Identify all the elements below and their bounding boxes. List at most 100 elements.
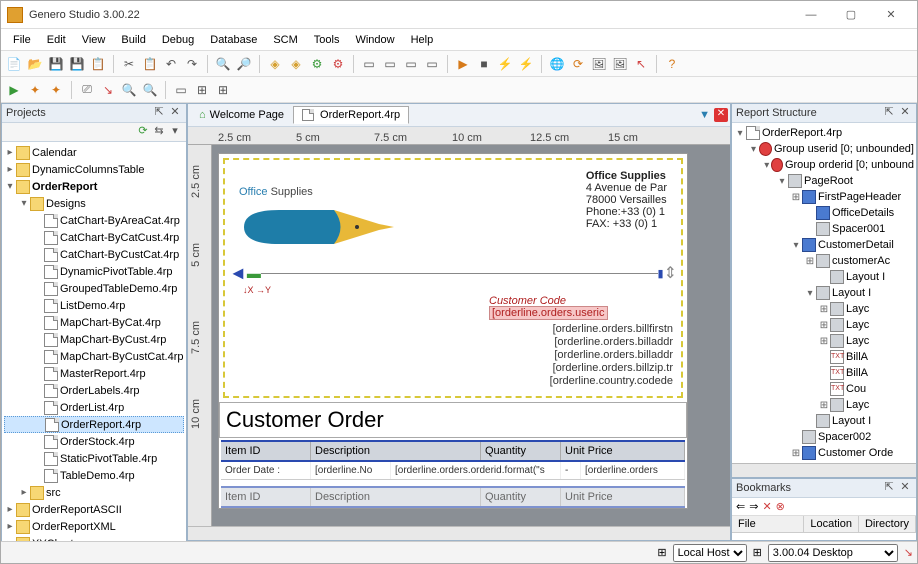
grid-icon[interactable]: ⊞ [193,81,211,99]
tree-item[interactable]: DynamicPivotTable.4rp [4,263,184,280]
findnext-icon[interactable]: 🔎 [235,55,253,73]
tree-item[interactable]: OrderReport.4rp [4,416,184,433]
tree-item[interactable]: ▸OrderReportASCII [4,501,184,518]
action-icon[interactable]: ⚡ [496,55,514,73]
window3-icon[interactable]: ▭ [402,55,420,73]
tool2-icon[interactable]: 🖼 [611,55,629,73]
struct-item[interactable]: OfficeDetails [734,205,914,221]
struct-scrollbar[interactable] [732,463,916,477]
close-button[interactable]: ✕ [871,3,911,27]
report-page[interactable]: Office Supplies Office Supplies [218,153,688,509]
struct-item[interactable]: ⊞Customer Orde [734,445,914,461]
window2-icon[interactable]: ▭ [381,55,399,73]
clear-bookmarks-icon[interactable]: ⊗ [776,500,785,513]
menu-file[interactable]: File [5,32,39,48]
tree-item[interactable]: MapChart-ByCustCat.4rp [4,348,184,365]
tree-item[interactable]: ▾OrderReport [4,178,184,195]
twisty-icon[interactable]: ▸ [4,164,16,175]
twisty-icon[interactable]: ⊞ [818,400,830,411]
customer-code-row[interactable]: Customer Code [orderline.orders.useric [489,295,677,319]
tree-item[interactable]: GroupedTableDemo.4rp [4,280,184,297]
config-select[interactable]: 3.00.04 Desktop [768,544,898,562]
save-icon[interactable]: 💾 [47,55,65,73]
refresh-icon[interactable]: ⟳ [569,55,587,73]
tree-item[interactable]: MapChart-ByCust.4rp [4,331,184,348]
tree-item[interactable]: OrderStock.4rp [4,433,184,450]
tree-item[interactable]: OrderList.4rp [4,399,184,416]
menu-build[interactable]: Build [113,32,153,48]
menu-window[interactable]: Window [347,32,402,48]
grid2-icon[interactable]: ⊞ [214,81,232,99]
config-icon[interactable]: ⊞ [753,546,762,559]
tree-item[interactable]: ▾Designs [4,195,184,212]
tool-icon[interactable]: 🖼 [590,55,608,73]
tree-item[interactable]: CatChart-ByCustCat.4rp [4,246,184,263]
twisty-icon[interactable]: ⊞ [818,304,830,315]
data-field[interactable]: [orderline.country.codede [233,375,673,388]
tree-item[interactable]: ▸Calendar [4,144,184,161]
host-select[interactable]: Local Host [673,544,747,562]
menu-tools[interactable]: Tools [306,32,348,48]
host-icon[interactable]: ⊞ [657,546,666,559]
struct-item[interactable]: ⊞Layc [734,333,914,349]
struct-item[interactable]: Layout I [734,413,914,429]
menu-scm[interactable]: SCM [265,32,305,48]
arrow-left-icon[interactable]: ◄ [229,263,247,284]
struct-item[interactable]: Layout I [734,269,914,285]
tree-item[interactable]: StaticPivotTable.4rp [4,450,184,467]
pin-icon[interactable]: ⇱ [882,481,896,495]
menu-edit[interactable]: Edit [39,32,74,48]
action2-icon[interactable]: ⚡ [517,55,535,73]
twisty-icon[interactable]: ▾ [776,176,788,187]
twisty-icon[interactable]: ▾ [804,288,816,299]
twisty-icon[interactable]: ⊞ [790,448,802,459]
menu-icon[interactable]: ▾ [168,125,182,139]
redo-icon[interactable]: ↷ [183,55,201,73]
open-icon[interactable]: 📂 [26,55,44,73]
refresh-icon[interactable]: ⟳ [136,125,150,139]
tree-item[interactable]: OrderLabels.4rp [4,382,184,399]
tree-item[interactable]: ▸OrderReportXML [4,518,184,535]
cut-icon[interactable]: ✂ [120,55,138,73]
pointer-icon[interactable]: ↖ [632,55,650,73]
twisty-icon[interactable]: ⊞ [790,192,802,203]
delete-bookmark-icon[interactable]: ✕ [762,500,771,513]
tree-item[interactable]: ▸src [4,484,184,501]
struct-item[interactable]: ⊞FirstPageHeader [734,189,914,205]
stop-icon[interactable]: ■ [475,55,493,73]
structure-tree[interactable]: ▾OrderReport.4rp▾Group userid [0; unboun… [732,123,916,463]
twisty-icon[interactable]: ⊞ [818,320,830,331]
table-row[interactable]: Order Date : [orderline.No [orderline.or… [221,462,685,480]
pin-icon[interactable]: ⇱ [882,106,896,120]
maximize-button[interactable]: ▢ [831,3,871,27]
struct-item[interactable]: ⊞customerAc [734,253,914,269]
close-panel-icon[interactable]: ✕ [898,481,912,495]
status-arrow-icon[interactable]: ↘ [904,546,913,559]
struct-item[interactable]: TXTCou [734,381,914,397]
data-field[interactable]: [orderline.orders.billaddr [233,349,673,362]
menu-debug[interactable]: Debug [154,32,202,48]
struct-item[interactable]: TXTBillA [734,365,914,381]
tree-item[interactable]: TableDemo.4rp [4,467,184,484]
twisty-icon[interactable]: ▸ [4,504,16,515]
prev-bookmark-icon[interactable]: ⇐ [736,500,745,513]
db2-icon[interactable]: ◈ [287,55,305,73]
bookmarks-list[interactable] [732,533,916,540]
resize-handles[interactable]: ◄ ▬ ▮ ⇕ [229,261,677,285]
handle-green-icon[interactable]: ▬ [247,265,261,281]
tab-close-icon[interactable]: ✕ [714,108,728,122]
twisty-icon[interactable]: ▾ [18,198,30,209]
find-icon[interactable]: 🔍 [214,55,232,73]
next-bookmark-icon[interactable]: ⇒ [749,500,758,513]
config-icon[interactable]: ⚙ [308,55,326,73]
struct-item[interactable]: TXTBillA [734,349,914,365]
struct-item[interactable]: Spacer002 [734,429,914,445]
twisty-icon[interactable]: ▸ [4,521,16,532]
projects-tree[interactable]: ▸Calendar▸DynamicColumnsTable▾OrderRepor… [2,142,186,541]
twisty-icon[interactable]: ▾ [734,128,746,139]
new-icon[interactable]: 📄 [5,55,23,73]
twisty-icon[interactable]: ▸ [4,147,16,158]
struct-item[interactable]: ▾CustomerDetail [734,237,914,253]
play-icon[interactable]: ▶ [5,81,23,99]
tab-dropdown-icon[interactable]: ▼ [699,109,710,121]
